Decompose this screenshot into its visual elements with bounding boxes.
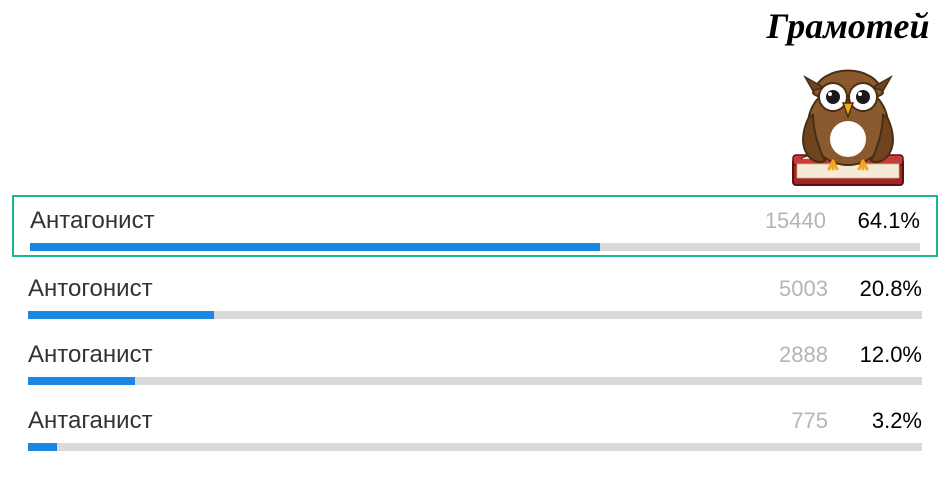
poll-option-stats: 15440 64.1%	[765, 208, 920, 234]
poll-results: Антагонист 15440 64.1% Антогонист 5003 2…	[12, 195, 938, 463]
poll-option-count: 2888	[779, 342, 828, 368]
poll-option-header: Антоганист 2888 12.0%	[28, 341, 922, 369]
poll-option-stats: 775 3.2%	[791, 408, 922, 434]
poll-bar-fill	[28, 311, 214, 319]
owl-on-book-icon	[783, 51, 913, 191]
poll-bar-track	[28, 311, 922, 319]
poll-option-2[interactable]: Антоганист 2888 12.0%	[12, 331, 938, 389]
poll-option-1[interactable]: Антогонист 5003 20.8%	[12, 265, 938, 323]
poll-option-stats: 2888 12.0%	[779, 342, 922, 368]
poll-bar-fill	[28, 377, 135, 385]
poll-option-percent: 20.8%	[852, 276, 922, 302]
poll-option-stats: 5003 20.8%	[779, 276, 922, 302]
poll-option-percent: 12.0%	[852, 342, 922, 368]
poll-bar-track	[30, 243, 920, 251]
poll-option-count: 775	[791, 408, 828, 434]
brand-logo: Грамотей	[758, 5, 938, 196]
poll-option-count: 15440	[765, 208, 826, 234]
poll-option-header: Антаганист 775 3.2%	[28, 407, 922, 435]
poll-option-label: Антагонист	[30, 207, 155, 235]
poll-bar-track	[28, 443, 922, 451]
poll-option-header: Антагонист 15440 64.1%	[30, 207, 920, 235]
poll-bar-track	[28, 377, 922, 385]
poll-option-header: Антогонист 5003 20.8%	[28, 275, 922, 303]
poll-option-percent: 64.1%	[850, 208, 920, 234]
poll-bar-fill	[28, 443, 57, 451]
poll-option-percent: 3.2%	[852, 408, 922, 434]
poll-option-label: Антоганист	[28, 341, 153, 369]
poll-option-label: Антаганист	[28, 407, 153, 435]
poll-option-0[interactable]: Антагонист 15440 64.1%	[12, 195, 938, 257]
poll-bar-fill	[30, 243, 600, 251]
poll-option-3[interactable]: Антаганист 775 3.2%	[12, 397, 938, 455]
poll-option-count: 5003	[779, 276, 828, 302]
poll-option-label: Антогонист	[28, 275, 153, 303]
brand-title: Грамотей	[758, 5, 938, 47]
